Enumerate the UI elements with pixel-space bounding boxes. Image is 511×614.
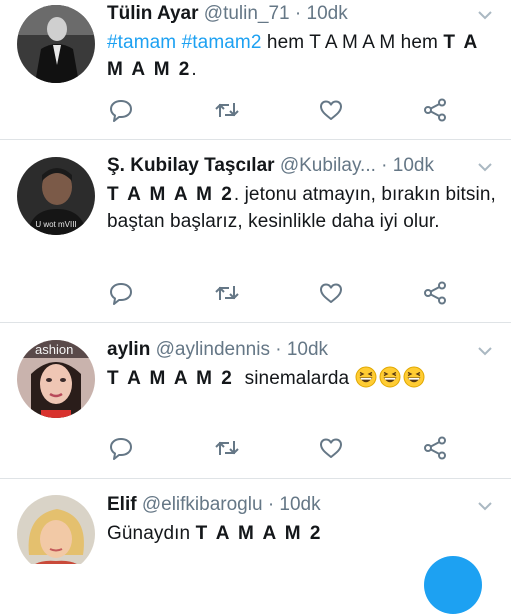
chevron-down-icon[interactable] (477, 162, 493, 172)
text-segment-bold: T A M A M 2 (195, 523, 323, 544)
chevron-down-icon[interactable] (477, 501, 493, 511)
timestamp[interactable]: 10dk (393, 155, 434, 176)
reply-icon[interactable] (108, 97, 134, 123)
retweet-icon[interactable] (214, 435, 240, 461)
tweet-text: T A M A M 2 sinemalarda (107, 365, 497, 392)
text-segment: Günaydın (107, 523, 196, 544)
avatar-caption: ashion (35, 342, 73, 357)
author-name[interactable]: aylin (107, 339, 150, 360)
author-handle[interactable]: @Kubilay... (280, 155, 376, 176)
avatar-elif[interactable] (17, 495, 95, 564)
reply-icon[interactable] (108, 280, 134, 306)
hashtag-link[interactable]: #tamam (107, 32, 176, 53)
author-name[interactable]: Elif (107, 494, 137, 515)
avatar-caption: U wot mVIII (35, 220, 76, 229)
avatar-tulin[interactable] (17, 5, 95, 83)
share-icon[interactable] (422, 280, 448, 306)
timestamp[interactable]: 10dk (279, 494, 320, 515)
tweet-text: T A M A M 2. jetonu atmayın, bırakın bit… (107, 181, 497, 235)
separator-dot: · (275, 339, 282, 360)
compose-tweet-button[interactable] (424, 556, 482, 614)
chevron-down-icon[interactable] (477, 10, 493, 20)
author-handle[interactable]: @elifkibaroglu (142, 494, 263, 515)
tweet-1[interactable]: Tülin Ayar @tulin_71 · 10dk #tamam #tama… (0, 0, 511, 139)
tweet-4[interactable]: Elif @elifkibaroglu · 10dk Günaydın T A … (0, 479, 511, 564)
avatar-aylin[interactable]: ashion (17, 340, 95, 418)
tweet-actions (107, 97, 471, 123)
tweet-header: Elif @elifkibaroglu · 10dk (107, 491, 477, 519)
text-segment: hem T A M A M hem (261, 32, 444, 53)
author-handle[interactable]: @aylindennis (156, 339, 270, 360)
chevron-down-icon[interactable] (477, 346, 493, 356)
text-segment: sinemalarda (233, 368, 355, 389)
text-segment-bold: T A M A M 2 (107, 368, 234, 389)
tweet-actions (107, 435, 471, 461)
tweet-2[interactable]: U wot mVIII Ş. Kubilay Taşcılar @Kubilay… (0, 140, 511, 322)
tweet-text: Günaydın T A M A M 2 (107, 520, 497, 547)
tweet-text: #tamam #tamam2 hem T A M A M hem T A M A… (107, 29, 497, 83)
timestamp[interactable]: 10dk (307, 3, 348, 24)
tweet-3[interactable]: ashion aylin @aylindennis · 10dk T A M A… (0, 323, 511, 478)
separator-dot: · (294, 3, 302, 24)
reply-icon[interactable] (108, 435, 134, 461)
tweet-header: aylin @aylindennis · 10dk (107, 336, 477, 364)
timestamp[interactable]: 10dk (287, 339, 328, 360)
tweet-actions (107, 280, 471, 306)
retweet-icon[interactable] (214, 280, 240, 306)
separator-dot: · (267, 494, 275, 515)
share-icon[interactable] (422, 97, 448, 123)
avatar-kubilay[interactable]: U wot mVIII (17, 157, 95, 235)
like-icon[interactable] (318, 97, 344, 123)
author-handle[interactable]: @tulin_71 (204, 3, 290, 24)
text-segment-bold: T A M A M 2 (107, 184, 234, 205)
author-name[interactable]: Ş. Kubilay Taşcılar (107, 155, 275, 176)
like-icon[interactable] (318, 435, 344, 461)
separator-dot: · (381, 155, 388, 176)
retweet-icon[interactable] (214, 97, 240, 123)
share-icon[interactable] (422, 435, 448, 461)
tweet-header: Tülin Ayar @tulin_71 · 10dk (107, 0, 477, 28)
grinning-squinting-face-icon (355, 366, 377, 388)
grinning-squinting-face-icon (379, 366, 401, 388)
like-icon[interactable] (318, 280, 344, 306)
author-name[interactable]: Tülin Ayar (107, 3, 199, 24)
tweet-header: Ş. Kubilay Taşcılar @Kubilay... · 10dk (107, 152, 477, 180)
text-segment: . (191, 59, 197, 80)
grinning-squinting-face-icon (403, 366, 425, 388)
hashtag-link[interactable]: #tamam2 (182, 32, 262, 53)
